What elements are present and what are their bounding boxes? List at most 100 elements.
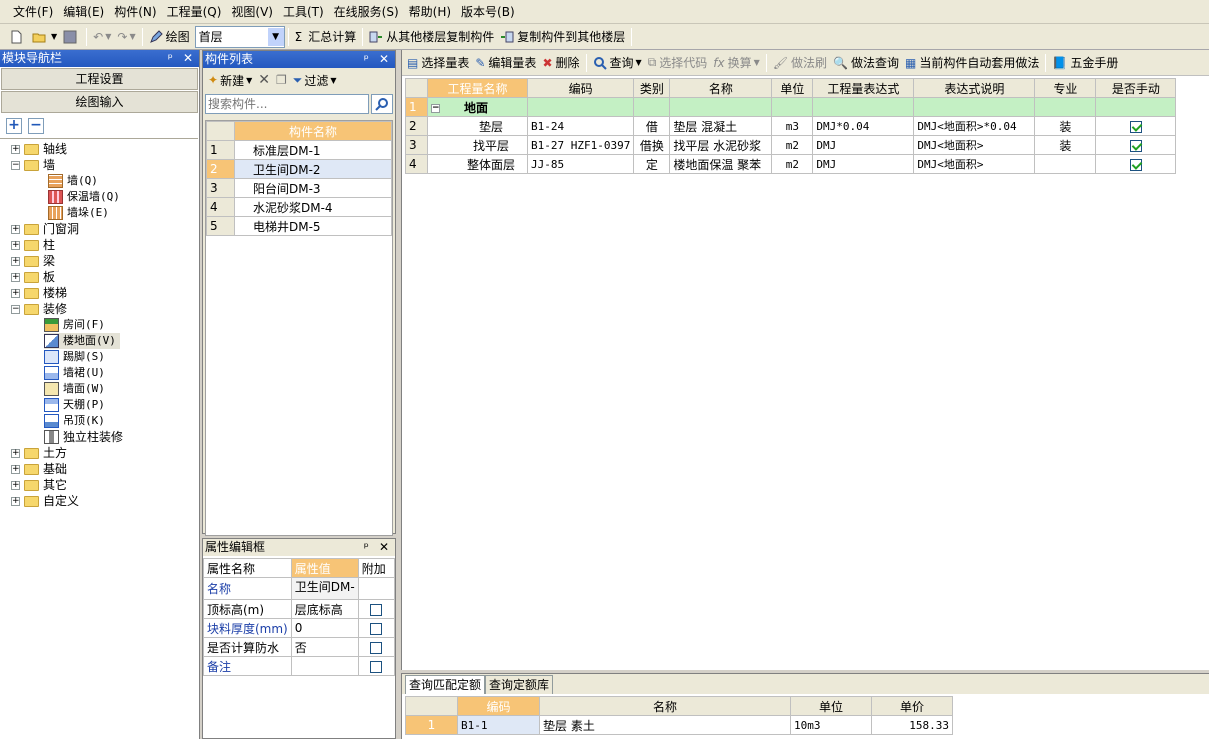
tree-item-decor[interactable]: − 装修 [11, 301, 67, 317]
tree-item-ceiling[interactable]: 天棚(P) [44, 397, 105, 413]
col-header-expression[interactable]: 工程量表达式 [812, 78, 915, 98]
redo-button[interactable]: ↷ ▼ [114, 26, 138, 48]
chevron-down-icon[interactable]: ▼ [267, 27, 284, 46]
col-header-component-name[interactable]: 构件名称 [234, 121, 392, 141]
property-row[interactable]: 顶标高(m) 层底标高 [203, 599, 396, 619]
expression-desc-cell[interactable]: DMJ<地面积>*0.04 [913, 116, 1036, 136]
tree-item-axis[interactable]: + 轴线 [11, 141, 67, 157]
col-header-unit[interactable]: 单位 [771, 78, 814, 98]
collapse-all-button[interactable]: − [28, 118, 44, 134]
menu-view[interactable]: 视图(V) [226, 2, 278, 22]
prop-extra-checkbox[interactable] [370, 603, 383, 616]
menu-edit[interactable]: 编辑(E) [58, 2, 109, 22]
code-cell[interactable]: B1-24 [526, 116, 635, 136]
expand-icon[interactable]: + [11, 288, 20, 298]
undo-button[interactable]: ↶ ▼ [90, 26, 114, 48]
copy-to-floor-button[interactable]: 复制构件到其他楼层 [497, 26, 628, 48]
auto-apply-button[interactable]: ▦ 当前构件自动套用做法 [902, 52, 1042, 74]
prop-extra-checkbox[interactable] [370, 622, 383, 635]
name-cell[interactable]: 垫层 混凝土 [669, 116, 773, 136]
expression-desc-cell[interactable]: DMJ<地面积> [913, 135, 1036, 155]
search-button[interactable] [371, 94, 393, 114]
table-row[interactable]: 3 阳台间DM-3 [206, 178, 392, 198]
tab-match-quota[interactable]: 查询匹配定额 [405, 675, 486, 694]
delete-component-button[interactable]: ✕ [255, 69, 273, 91]
col-header-price[interactable]: 单价 [871, 696, 953, 716]
method-query-button[interactable]: 🔍 做法查询 [830, 52, 902, 74]
name-cell[interactable]: 找平层 水泥砂浆 [669, 135, 773, 155]
pin-icon[interactable]: ᵖ [168, 50, 173, 67]
qty-name-cell[interactable]: 找平层 [427, 135, 528, 155]
tree-item-skirting[interactable]: 踢脚(S) [44, 349, 105, 365]
tree-item-doorwin[interactable]: + 门窗洞 [11, 221, 79, 237]
col-header-expression-desc[interactable]: 表达式说明 [913, 78, 1036, 98]
col-header-name[interactable]: 名称 [539, 696, 791, 716]
tree-item-dado[interactable]: 墙裙(U) [44, 365, 105, 381]
tree-item-suspended-ceiling[interactable]: 吊顶(K) [44, 413, 105, 429]
draw-button[interactable]: 绘图 [146, 26, 193, 48]
open-file-button[interactable]: ▼ [29, 26, 60, 48]
prop-extra-checkbox[interactable] [370, 641, 383, 654]
prop-extra-checkbox[interactable] [370, 660, 383, 673]
menu-quantity[interactable]: 工程量(Q) [162, 2, 227, 22]
expression-cell[interactable]: DMJ*0.04 [812, 116, 915, 136]
tree-item-wall[interactable]: − 墙 [11, 157, 55, 173]
expression-cell[interactable]: DMJ [812, 135, 915, 155]
tab-quota-library[interactable]: 查询定额库 [485, 675, 554, 694]
expand-icon[interactable]: + [11, 448, 20, 458]
col-header-qty-name[interactable]: 工程量名称 [427, 78, 528, 98]
floor-select[interactable]: 首层 ▼ [194, 25, 285, 48]
prop-value[interactable]: 层底标高 [290, 599, 359, 619]
table-row[interactable]: 5 电梯井DM-5 [206, 216, 392, 236]
tree-item-column-decor[interactable]: 独立柱装修 [44, 429, 123, 445]
expand-all-button[interactable]: + [6, 118, 22, 134]
tree-item-beam[interactable]: + 梁 [11, 253, 55, 269]
hardware-manual-button[interactable]: 📘 五金手册 [1049, 52, 1121, 74]
component-search-input[interactable] [205, 94, 369, 114]
table-row[interactable]: 1 B1-1 垫层 素土 10m3 158.33 [405, 715, 953, 735]
expand-icon[interactable]: + [11, 256, 20, 266]
property-row[interactable]: 名称 卫生间DM- [203, 577, 396, 600]
unit-cell[interactable]: 10m3 [790, 715, 872, 735]
collapse-icon[interactable]: − [431, 103, 440, 113]
group-name-cell[interactable]: − 地面 [427, 97, 528, 117]
col-header-specialty[interactable]: 专业 [1034, 78, 1097, 98]
tree-item-earth[interactable]: + 土方 [11, 445, 67, 461]
filter-button[interactable]: ⏷ 过滤 ▼ [290, 69, 340, 91]
component-name-cell[interactable]: 电梯井DM-5 [234, 216, 392, 236]
component-name-cell[interactable]: 阳台间DM-3 [234, 178, 392, 198]
code-cell[interactable]: JJ-85 [526, 154, 635, 174]
tree-item-wall-pier[interactable]: 墙垛(E) [48, 205, 109, 221]
new-file-button[interactable] [6, 26, 29, 48]
manual-checkbox[interactable] [1129, 139, 1142, 152]
prop-value[interactable] [290, 656, 359, 676]
expand-icon[interactable]: + [11, 480, 20, 490]
price-cell[interactable]: 158.33 [871, 715, 953, 735]
copy-from-floor-button[interactable]: 从其他楼层复制构件 [366, 26, 497, 48]
code-cell[interactable]: B1-1 [457, 715, 540, 735]
edit-table-button[interactable]: ✎ 编辑量表 [472, 52, 539, 74]
copy-component-button[interactable]: ❐ [273, 69, 290, 91]
component-name-cell[interactable]: 标准层DM-1 [234, 140, 392, 160]
col-header-manual[interactable]: 是否手动 [1095, 78, 1177, 98]
name-cell[interactable]: 垫层 素土 [539, 715, 791, 735]
code-cell[interactable]: B1-27 HZF1-0397 [526, 135, 635, 155]
name-cell[interactable]: 楼地面保温 聚苯 [669, 154, 773, 174]
tree-item-other[interactable]: + 其它 [11, 477, 67, 493]
expand-icon[interactable]: + [11, 464, 20, 474]
menu-component[interactable]: 构件(N) [109, 2, 161, 22]
convert-button[interactable]: fx 换算 ▼ [710, 52, 763, 74]
expand-icon[interactable]: + [11, 496, 20, 506]
new-component-button[interactable]: ✦ 新建 ▼ [205, 69, 255, 91]
tree-item-floor[interactable]: 楼地面(V) [44, 333, 120, 349]
col-header-code[interactable]: 编码 [526, 78, 635, 98]
tree-item-foundation[interactable]: + 基础 [11, 461, 67, 477]
project-settings-button[interactable]: 工程设置 [1, 68, 198, 90]
query-button[interactable]: 查询 ▼ [590, 52, 645, 74]
qty-name-cell[interactable]: 垫层 [427, 116, 528, 136]
method-brush-button[interactable]: 🖌 做法刷 [770, 52, 830, 74]
tree-item-wall-q[interactable]: 墙(Q) [48, 173, 98, 189]
save-button[interactable] [60, 26, 83, 48]
delete-button[interactable]: ✖ 删除 [539, 52, 582, 74]
tree-item-column[interactable]: + 柱 [11, 237, 55, 253]
